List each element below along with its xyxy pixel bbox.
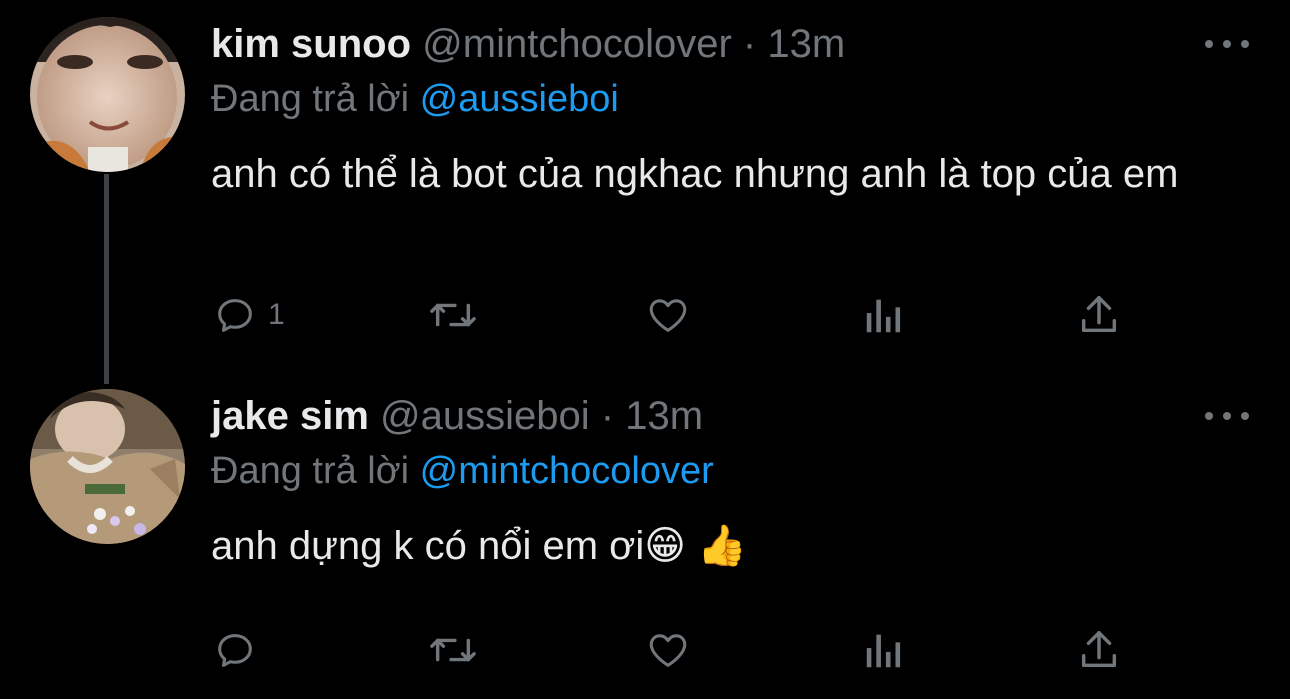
reply-button[interactable]: 1 [212, 290, 285, 340]
retweet-icon [430, 303, 476, 327]
avatar[interactable] [30, 389, 185, 544]
avatar-photo-jake [30, 389, 185, 544]
tweet-header: kim sunoo @mintchocolover · 13m [211, 20, 845, 68]
timestamp[interactable]: 13m [625, 394, 703, 438]
dot [1223, 412, 1231, 420]
reply-button[interactable] [212, 625, 258, 675]
retweet-button[interactable] [427, 625, 479, 675]
tweet-actions [212, 625, 1132, 675]
stats-icon [866, 634, 901, 668]
replying-to: Đang trả lời @mintchocolover [211, 447, 714, 495]
tweet-text: anh có thể là bot của ngkhac nhưng anh l… [211, 152, 1179, 196]
retweet-button[interactable] [427, 290, 479, 340]
reply-icon [218, 634, 252, 667]
reply-icon [218, 299, 252, 332]
share-icon [1081, 631, 1117, 668]
dot [1205, 40, 1213, 48]
separator-dot: · [742, 22, 757, 66]
share-button[interactable] [1077, 290, 1121, 340]
reply-count: 1 [268, 298, 285, 331]
more-options-icon[interactable] [1205, 404, 1249, 428]
like-button[interactable] [644, 625, 692, 675]
more-options-icon[interactable] [1205, 32, 1249, 56]
timestamp[interactable]: 13m [767, 22, 845, 66]
mention-link[interactable]: @aussieboi [420, 78, 619, 120]
tweet-actions: 1 [212, 290, 1132, 340]
dot [1241, 412, 1249, 420]
stats-icon [866, 299, 901, 333]
user-handle[interactable]: @aussieboi [380, 394, 590, 438]
stats-button[interactable] [862, 625, 906, 675]
tweet[interactable]: jake sim @aussieboi · 13m Đang trả lời @… [0, 372, 1290, 699]
replying-to: Đang trả lời @aussieboi [211, 75, 619, 123]
dot [1205, 412, 1213, 420]
avatar-photo-sunoo [30, 17, 185, 172]
retweet-icon [430, 638, 476, 662]
like-icon [649, 634, 687, 667]
tweet-header: jake sim @aussieboi · 13m [211, 392, 703, 440]
stats-button[interactable] [862, 290, 906, 340]
display-name[interactable]: kim sunoo [211, 22, 411, 66]
like-icon [649, 299, 687, 332]
dot [1241, 40, 1249, 48]
replying-prefix: Đang trả lời [211, 78, 410, 120]
tweet-text: anh dựng k có nổi em ơi😁 👍 [211, 524, 747, 568]
display-name[interactable]: jake sim [211, 394, 369, 438]
share-icon [1081, 296, 1117, 333]
user-handle[interactable]: @mintchocolover [422, 22, 732, 66]
separator-dot: · [600, 394, 615, 438]
replying-prefix: Đang trả lời [211, 450, 410, 492]
tweet[interactable]: kim sunoo @mintchocolover · 13m Đang trả… [0, 0, 1290, 372]
like-button[interactable] [644, 290, 692, 340]
dot [1223, 40, 1231, 48]
avatar[interactable] [30, 17, 185, 172]
mention-link[interactable]: @mintchocolover [420, 450, 714, 492]
share-button[interactable] [1077, 625, 1121, 675]
